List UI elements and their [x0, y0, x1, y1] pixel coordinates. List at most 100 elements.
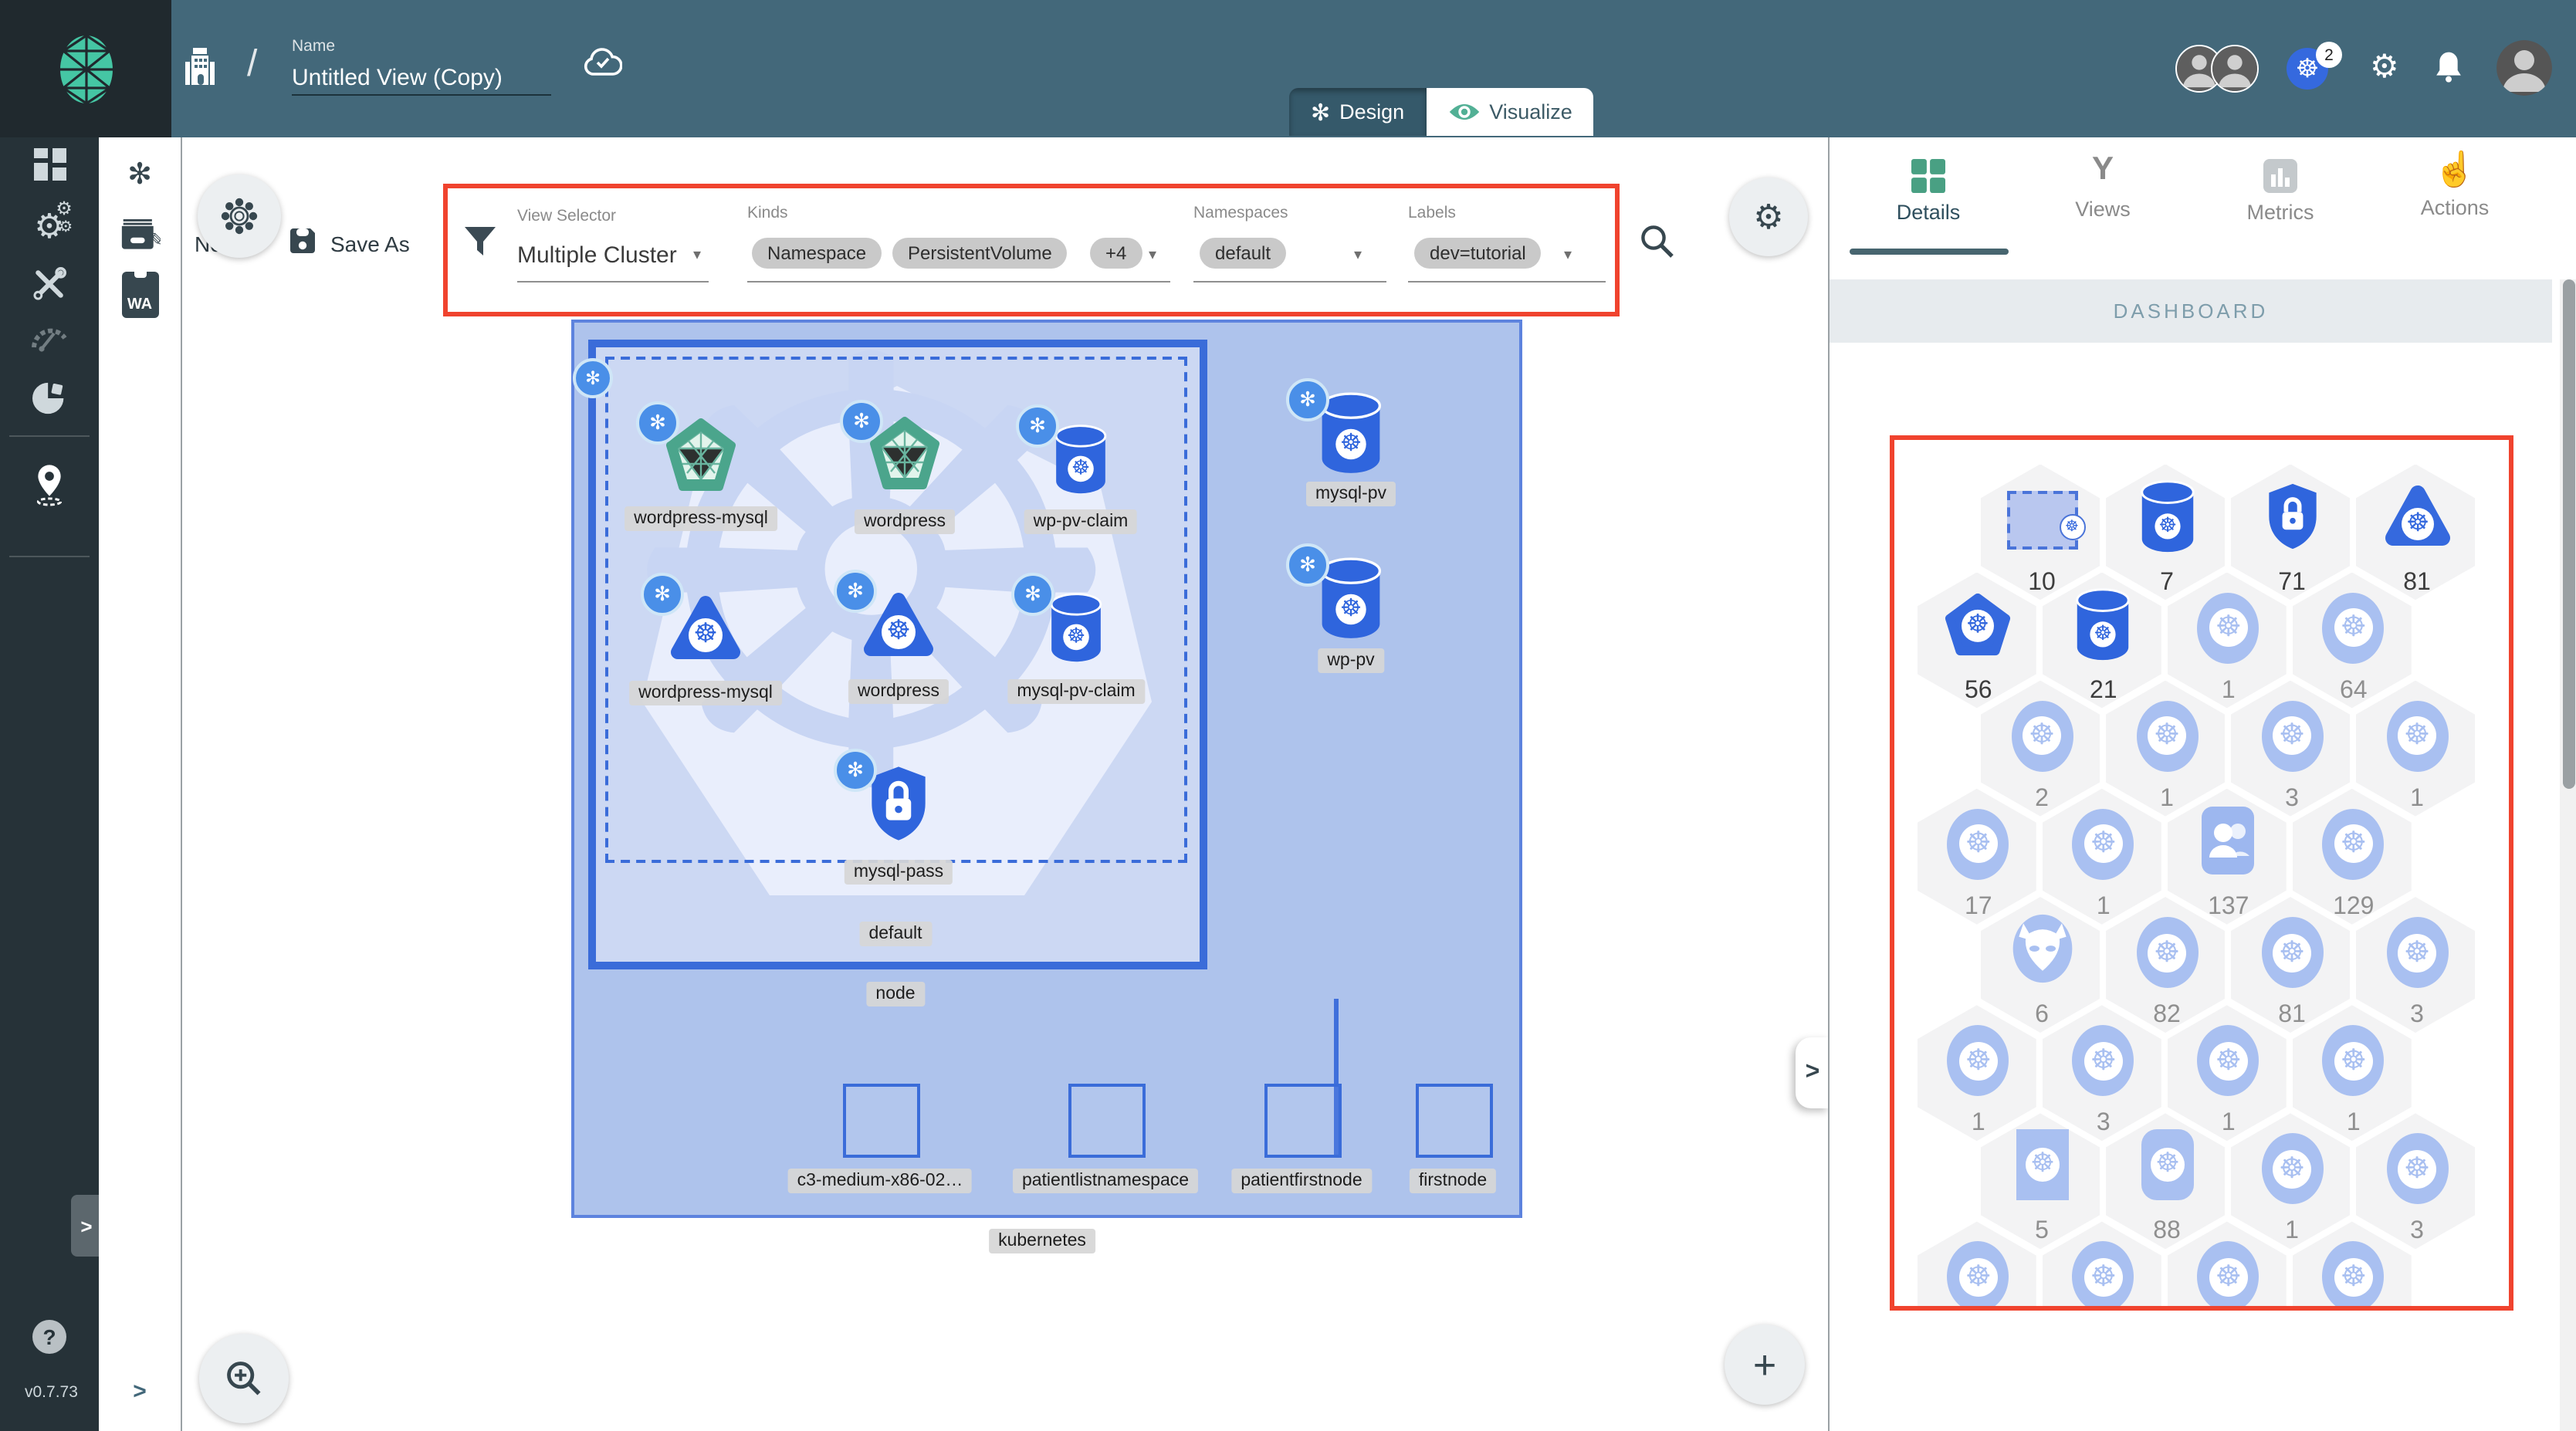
cloud-saved-icon	[584, 46, 623, 85]
view-selector-value[interactable]: Multiple Cluster	[517, 242, 677, 269]
node-name-label[interactable]: mysql-pv-claim	[1007, 679, 1145, 704]
label-chip[interactable]: dev=tutorial	[1414, 238, 1542, 269]
node-name-label[interactable]: wordpress-mysql	[625, 506, 777, 531]
sidebar-item-configuration[interactable]	[0, 267, 99, 301]
hex-count: 1	[2160, 785, 2174, 812]
node-name-label[interactable]: wp-pv	[1318, 648, 1384, 673]
hex-count: 3	[2096, 1110, 2111, 1137]
hex-count: 56	[1964, 677, 1992, 704]
k8s-circle-icon: ​☸	[2136, 917, 2198, 988]
visualize-eye-icon	[1448, 103, 1479, 120]
namespaces-caret-icon[interactable]: ▾	[1354, 247, 1362, 264]
organization-icon[interactable]	[185, 48, 215, 93]
active-tab-underline	[1850, 249, 2009, 255]
host-node-label[interactable]: c3-medium-x86-02…	[787, 1169, 973, 1193]
hex-icon: ​☸	[2197, 1025, 2260, 1097]
host-node-label[interactable]: firstnode	[1409, 1169, 1497, 1193]
speedometer-icon	[32, 328, 67, 352]
save-as-label[interactable]: Save As	[330, 232, 410, 256]
meshery-logo[interactable]	[0, 0, 171, 137]
node-label[interactable]: node	[866, 982, 925, 1006]
hex-icon: ​☸	[2261, 917, 2323, 988]
svg-text:☸: ☸	[2094, 621, 2113, 644]
design-mode-button[interactable]: ✻ Design	[1289, 88, 1427, 136]
view-selector-underline	[517, 281, 709, 282]
node-name-label[interactable]: wordpress	[854, 509, 956, 534]
k8s-circle-icon: ​☸	[2322, 1241, 2385, 1306]
host-node-label[interactable]: patientlistnamespace	[1012, 1169, 1199, 1193]
node-name-label[interactable]: wordpress	[848, 679, 949, 704]
tab-views[interactable]: Y Views	[2033, 147, 2172, 221]
node-name-label[interactable]: wp-pv-claim	[1024, 509, 1138, 534]
add-button[interactable]: +	[1725, 1324, 1805, 1405]
hex-icon: ​☸	[2322, 592, 2385, 664]
node-name-label[interactable]: mysql-pv	[1305, 482, 1396, 506]
secret-shield-icon	[2268, 483, 2316, 549]
kind-chip-more[interactable]: +4	[1090, 238, 1142, 269]
node-name-label[interactable]: mysql-pass	[844, 860, 953, 885]
strip-expand-chevron[interactable]: >	[99, 1379, 181, 1405]
host-node[interactable]	[1264, 1084, 1342, 1158]
namespace-chip[interactable]: default	[1200, 238, 1287, 269]
designs-drawer-button[interactable]: ✎	[99, 216, 181, 253]
panel-scrollbar[interactable]	[2560, 279, 2576, 1431]
kind-chip[interactable]: Namespace	[752, 238, 882, 269]
wasm-filter-button[interactable]: WA	[99, 272, 181, 318]
view-name-input[interactable]	[292, 62, 551, 96]
zoom-button[interactable]	[199, 1334, 289, 1423]
tab-details[interactable]: Details	[1859, 147, 1998, 224]
host-node[interactable]	[1416, 1084, 1493, 1158]
hex-icon	[2261, 480, 2323, 559]
pvc-node[interactable]: ☸	[1053, 424, 1109, 502]
sidebar-item-environment[interactable]	[0, 463, 99, 506]
kubernetes-flower-button[interactable]	[198, 174, 281, 258]
user-avatar[interactable]	[2496, 40, 2552, 96]
svg-text:☸: ☸	[2155, 1148, 2179, 1179]
save-as-button[interactable]	[287, 225, 318, 264]
kinds-underline	[747, 281, 1170, 282]
filter-funnel-icon[interactable]	[463, 225, 497, 266]
host-node-label[interactable]: patientfirstnode	[1231, 1169, 1372, 1193]
k8s-circle-icon: ​☸	[1947, 1241, 2009, 1306]
labels-caret-icon[interactable]: ▾	[1564, 247, 1572, 264]
cluster-label[interactable]: kubernetes	[989, 1229, 1095, 1253]
k8s-circle-icon: ​☸	[2386, 1133, 2448, 1205]
k8s-circle-icon: ​☸	[2322, 1025, 2385, 1097]
sidebar-item-dashboard[interactable]	[0, 148, 99, 181]
k8s-pentagon-icon: ☸	[1945, 593, 2011, 655]
namespace-label[interactable]: default	[859, 922, 932, 946]
kind-chip[interactable]: PersistentVolume	[892, 238, 1068, 269]
svg-text:☸: ☸	[693, 617, 718, 649]
sidebar-item-extensions[interactable]	[0, 381, 99, 415]
view-name-label: Name	[292, 37, 336, 56]
tab-metrics[interactable]: Metrics	[2211, 147, 2350, 224]
sidebar-expand-handle[interactable]: >	[71, 1195, 102, 1257]
notifications-bell-icon[interactable]	[2433, 49, 2464, 91]
view-selector-caret-icon[interactable]: ▾	[693, 247, 701, 264]
host-node[interactable]	[843, 1084, 920, 1158]
hex-icon	[2009, 913, 2074, 992]
sidebar-item-performance[interactable]	[0, 324, 99, 352]
kinds-caret-icon[interactable]: ▾	[1149, 247, 1156, 264]
canvas-settings-gear-button[interactable]: ⚙	[1729, 178, 1808, 256]
pvc-node[interactable]: ☸	[1048, 592, 1104, 671]
hex-count: 71	[2278, 569, 2306, 596]
visualize-mode-button[interactable]: Visualize	[1426, 88, 1594, 136]
panel-collapse-chevron[interactable]: >	[1796, 1037, 1830, 1108]
help-button[interactable]: ?	[32, 1320, 66, 1354]
host-node[interactable]	[1068, 1084, 1146, 1158]
k8s-circle-icon: ​☸	[2261, 917, 2323, 988]
search-icon[interactable]	[1640, 224, 1675, 267]
collaborator-avatar[interactable]	[2211, 45, 2259, 93]
hex-icon: ​☸	[2136, 700, 2198, 772]
node-name-label[interactable]: wordpress-mysql	[629, 681, 782, 705]
hex-icon: ​☸	[2072, 808, 2134, 880]
hex-icon: ☸	[2074, 587, 2133, 668]
settings-gear-icon[interactable]: ⚙	[2370, 48, 2399, 86]
k8s-circle-icon: ​☸	[2322, 592, 2385, 664]
meshery-operator-icon[interactable]: ✻	[99, 157, 181, 193]
sidebar-item-lifecycle[interactable]: ⚙ ⚙ ⚙	[0, 198, 99, 247]
hex-count: 1	[2221, 1110, 2236, 1137]
panel-scrollbar-thumb[interactable]	[2562, 279, 2574, 789]
tab-actions[interactable]: ☝ Actions	[2385, 147, 2524, 219]
